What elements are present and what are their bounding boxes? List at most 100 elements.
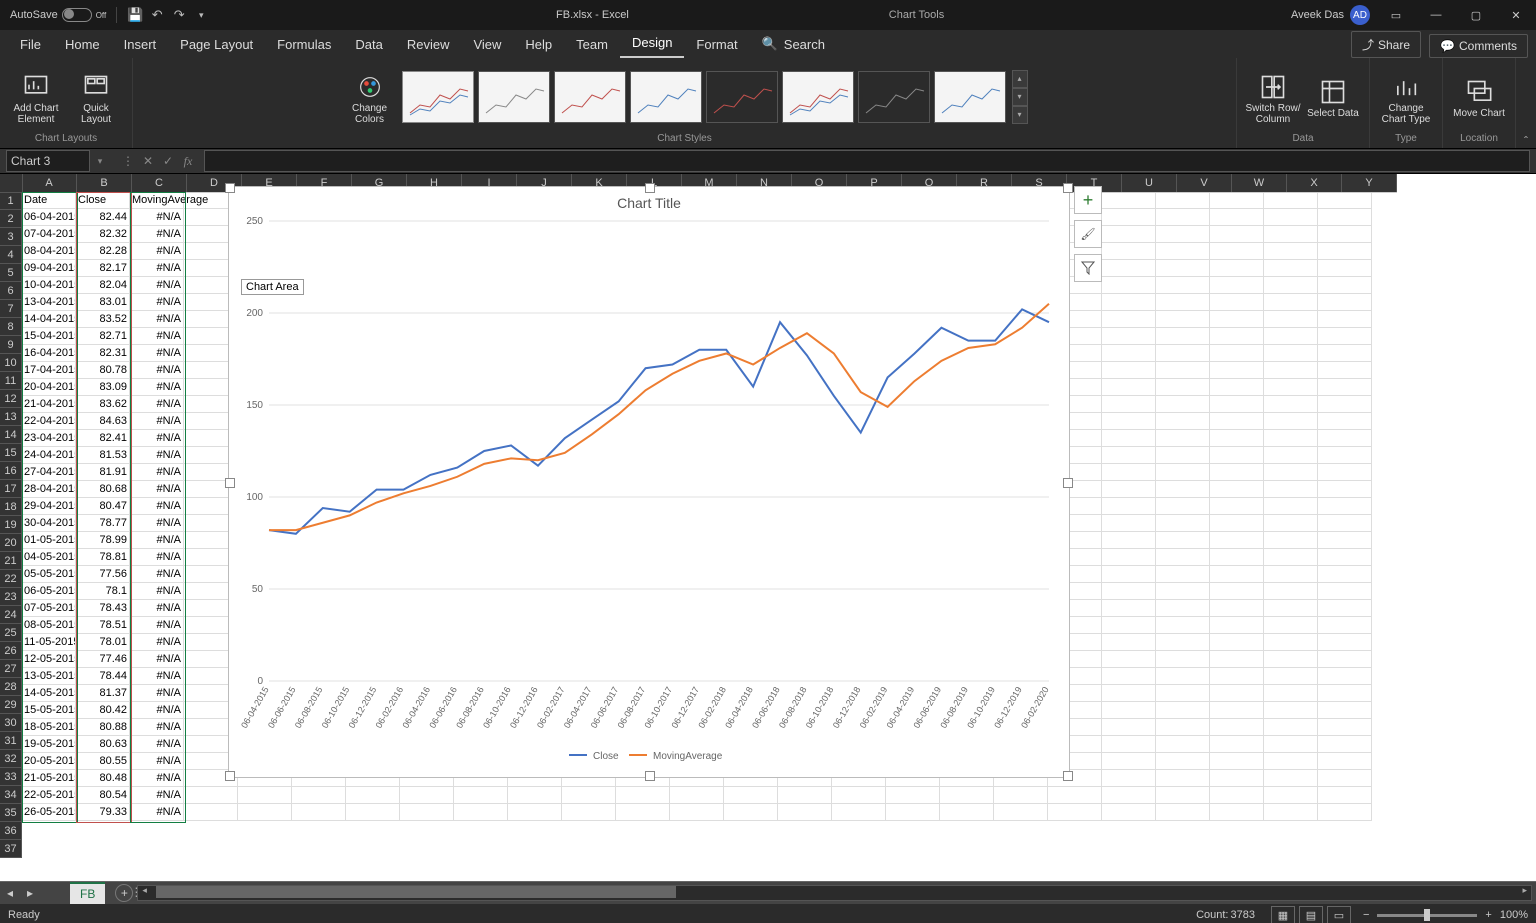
cell-empty[interactable] <box>1318 702 1372 719</box>
cell-empty[interactable] <box>1318 600 1372 617</box>
cell-empty[interactable] <box>1264 430 1318 447</box>
cell-empty[interactable] <box>1318 243 1372 260</box>
row-header[interactable]: 14 <box>0 426 22 444</box>
cell-empty[interactable] <box>886 804 940 821</box>
cell-date[interactable]: 12-05-2015 <box>22 651 76 668</box>
cell-empty[interactable] <box>1264 311 1318 328</box>
cell-empty[interactable] <box>1210 243 1264 260</box>
cell-empty[interactable] <box>1102 379 1156 396</box>
cell-empty[interactable] <box>1156 260 1210 277</box>
cell-empty[interactable] <box>1264 464 1318 481</box>
cell-close[interactable]: 82.31 <box>76 345 130 362</box>
cell-empty[interactable] <box>1102 634 1156 651</box>
cell-empty[interactable] <box>1210 702 1264 719</box>
cell-close[interactable]: 78.01 <box>76 634 130 651</box>
horizontal-scrollbar[interactable]: ⋮◂▸ <box>137 885 1532 901</box>
change-colors-button[interactable]: Change Colors <box>342 69 398 125</box>
cell-close[interactable]: 82.28 <box>76 243 130 260</box>
cell-ma[interactable]: #N/A <box>130 753 184 770</box>
cell-empty[interactable] <box>562 804 616 821</box>
cell-empty[interactable] <box>1102 804 1156 821</box>
cell-empty[interactable] <box>1156 702 1210 719</box>
cell-empty[interactable] <box>1156 498 1210 515</box>
cell-ma[interactable]: #N/A <box>130 787 184 804</box>
cell-empty[interactable] <box>1210 209 1264 226</box>
cell-empty[interactable] <box>1318 277 1372 294</box>
cell-date[interactable]: 29-04-2015 <box>22 498 76 515</box>
cell-empty[interactable] <box>1156 804 1210 821</box>
cell-close[interactable]: 77.46 <box>76 651 130 668</box>
cell-empty[interactable] <box>1210 583 1264 600</box>
cell-empty[interactable] <box>940 787 994 804</box>
row-header[interactable]: 4 <box>0 246 22 264</box>
cell-close[interactable]: 80.78 <box>76 362 130 379</box>
cell-empty[interactable] <box>1102 532 1156 549</box>
cell-empty[interactable] <box>1210 345 1264 362</box>
row-header[interactable]: 20 <box>0 534 22 552</box>
cell-empty[interactable] <box>1318 634 1372 651</box>
cell-empty[interactable] <box>1156 311 1210 328</box>
cell-empty[interactable] <box>1318 719 1372 736</box>
cell-ma[interactable]: #N/A <box>130 498 184 515</box>
cell-date[interactable]: 05-05-2015 <box>22 566 76 583</box>
row-header[interactable]: 26 <box>0 642 22 660</box>
cell-empty[interactable] <box>832 787 886 804</box>
cell-date[interactable]: 06-04-2015 <box>22 209 76 226</box>
gallery-scroll-up[interactable]: ▴ <box>1012 70 1028 88</box>
cell-empty[interactable] <box>1318 736 1372 753</box>
cell-ma[interactable]: #N/A <box>130 736 184 753</box>
cell-ma[interactable]: #N/A <box>130 345 184 362</box>
row-header[interactable]: 33 <box>0 768 22 786</box>
collapse-ribbon-icon[interactable]: ˆ <box>1516 58 1536 148</box>
cell-date[interactable]: 20-04-2015 <box>22 379 76 396</box>
cell-date[interactable]: 14-04-2015 <box>22 311 76 328</box>
cell-empty[interactable] <box>1210 430 1264 447</box>
chart-handle-t[interactable] <box>645 183 655 193</box>
tab-home[interactable]: Home <box>53 31 112 58</box>
cell-close[interactable]: 80.48 <box>76 770 130 787</box>
cell-close[interactable]: 80.42 <box>76 702 130 719</box>
tab-formulas[interactable]: Formulas <box>265 31 343 58</box>
cell-close[interactable]: 82.04 <box>76 277 130 294</box>
cell-empty[interactable] <box>1264 532 1318 549</box>
cell-empty[interactable] <box>562 787 616 804</box>
cell-empty[interactable] <box>238 787 292 804</box>
sheet-tab-next[interactable]: ▸ <box>20 882 40 904</box>
row-header[interactable]: 21 <box>0 552 22 570</box>
cell-ma[interactable]: #N/A <box>130 447 184 464</box>
cell-empty[interactable] <box>1318 362 1372 379</box>
chart-style-2[interactable] <box>478 71 550 123</box>
row-header[interactable]: 13 <box>0 408 22 426</box>
row-header[interactable]: 28 <box>0 678 22 696</box>
cell-ma[interactable]: #N/A <box>130 294 184 311</box>
cell-empty[interactable] <box>1318 566 1372 583</box>
zoom-in-icon[interactable]: + <box>1485 909 1491 921</box>
cell-empty[interactable] <box>1156 243 1210 260</box>
col-header-Y[interactable]: Y <box>1342 174 1397 192</box>
cell-empty[interactable] <box>1102 770 1156 787</box>
col-header-W[interactable]: W <box>1232 174 1287 192</box>
cell-empty[interactable] <box>670 804 724 821</box>
cell-empty[interactable] <box>1102 685 1156 702</box>
cell-date[interactable]: 28-04-2015 <box>22 481 76 498</box>
cell-empty[interactable] <box>1318 396 1372 413</box>
cell-empty[interactable] <box>346 787 400 804</box>
cell-empty[interactable] <box>1318 515 1372 532</box>
cell-empty[interactable] <box>1264 600 1318 617</box>
cell-close[interactable]: 79.33 <box>76 804 130 821</box>
cell-empty[interactable] <box>1102 464 1156 481</box>
cell-empty[interactable] <box>1210 226 1264 243</box>
cell-empty[interactable] <box>1318 532 1372 549</box>
cell-empty[interactable] <box>1318 549 1372 566</box>
chart[interactable]: Chart Title Chart Area 05010015020025006… <box>228 186 1070 778</box>
cell-empty[interactable] <box>1156 634 1210 651</box>
row-header[interactable]: 18 <box>0 498 22 516</box>
cell-empty[interactable] <box>1264 362 1318 379</box>
cell-empty[interactable] <box>1318 413 1372 430</box>
sheet-tab-fb[interactable]: FB <box>70 882 105 904</box>
cell-empty[interactable] <box>1102 413 1156 430</box>
cell-empty[interactable] <box>1102 787 1156 804</box>
cell-ma[interactable]: #N/A <box>130 277 184 294</box>
user-avatar[interactable]: AD <box>1350 5 1370 25</box>
cell-empty[interactable] <box>1102 294 1156 311</box>
